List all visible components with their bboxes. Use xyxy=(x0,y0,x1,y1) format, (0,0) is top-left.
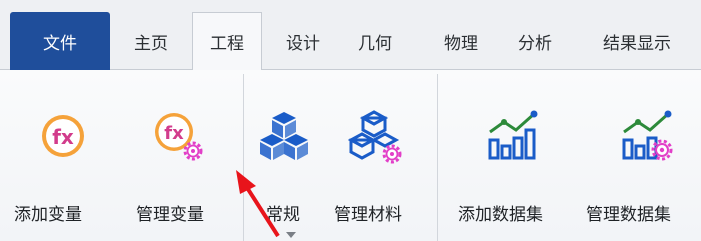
fx-icon: fx xyxy=(42,115,84,157)
ribbon-panel: fx 添加变量 fx 管理变量 常规 管理材料 添加数据集 管理数据集 xyxy=(0,70,701,241)
add-variable-label: 添加变量 xyxy=(14,205,82,225)
datasets-group: 添加数据集 管理数据集 xyxy=(440,74,701,241)
fx-gear-icon: fx xyxy=(155,113,203,161)
general-button[interactable]: 常规 xyxy=(246,74,326,241)
materials-group: 常规 管理材料 xyxy=(246,74,438,241)
manage-datasets-button[interactable]: 管理数据集 xyxy=(586,74,701,241)
add-variable-button[interactable]: fx 添加变量 xyxy=(8,74,118,241)
tab-home[interactable]: 主页 xyxy=(118,12,184,70)
cubes-icon xyxy=(260,112,308,160)
manage-materials-button[interactable]: 管理材料 xyxy=(328,74,432,241)
tab-design[interactable]: 设计 xyxy=(268,12,338,70)
svg-text:fx: fx xyxy=(164,123,184,144)
chart-icon xyxy=(488,110,538,160)
manage-variables-button[interactable]: fx 管理变量 xyxy=(126,74,236,241)
chart-gear-icon xyxy=(622,110,673,161)
add-dataset-button[interactable]: 添加数据集 xyxy=(450,74,576,241)
variables-group: fx 添加变量 fx 管理变量 xyxy=(0,74,244,241)
manage-variables-label: 管理变量 xyxy=(136,205,204,225)
cubes-gear-icon xyxy=(348,110,402,164)
tab-geometry[interactable]: 几何 xyxy=(340,12,410,70)
ribbon-tab-bar: 文件 主页 工程 设计 几何 物理 分析 结果显示 xyxy=(0,0,701,71)
svg-text:fx: fx xyxy=(52,125,74,149)
manage-datasets-label: 管理数据集 xyxy=(586,205,671,225)
add-dataset-label: 添加数据集 xyxy=(458,205,543,225)
tab-results-display[interactable]: 结果显示 xyxy=(582,12,692,70)
general-label: 常规 xyxy=(266,205,300,225)
chevron-down-icon[interactable] xyxy=(286,232,296,238)
tab-physics[interactable]: 物理 xyxy=(426,12,496,70)
tab-file[interactable]: 文件 xyxy=(10,12,110,70)
manage-materials-label: 管理材料 xyxy=(334,205,402,225)
tab-engineering[interactable]: 工程 xyxy=(192,12,262,71)
tab-analysis[interactable]: 分析 xyxy=(500,12,570,70)
